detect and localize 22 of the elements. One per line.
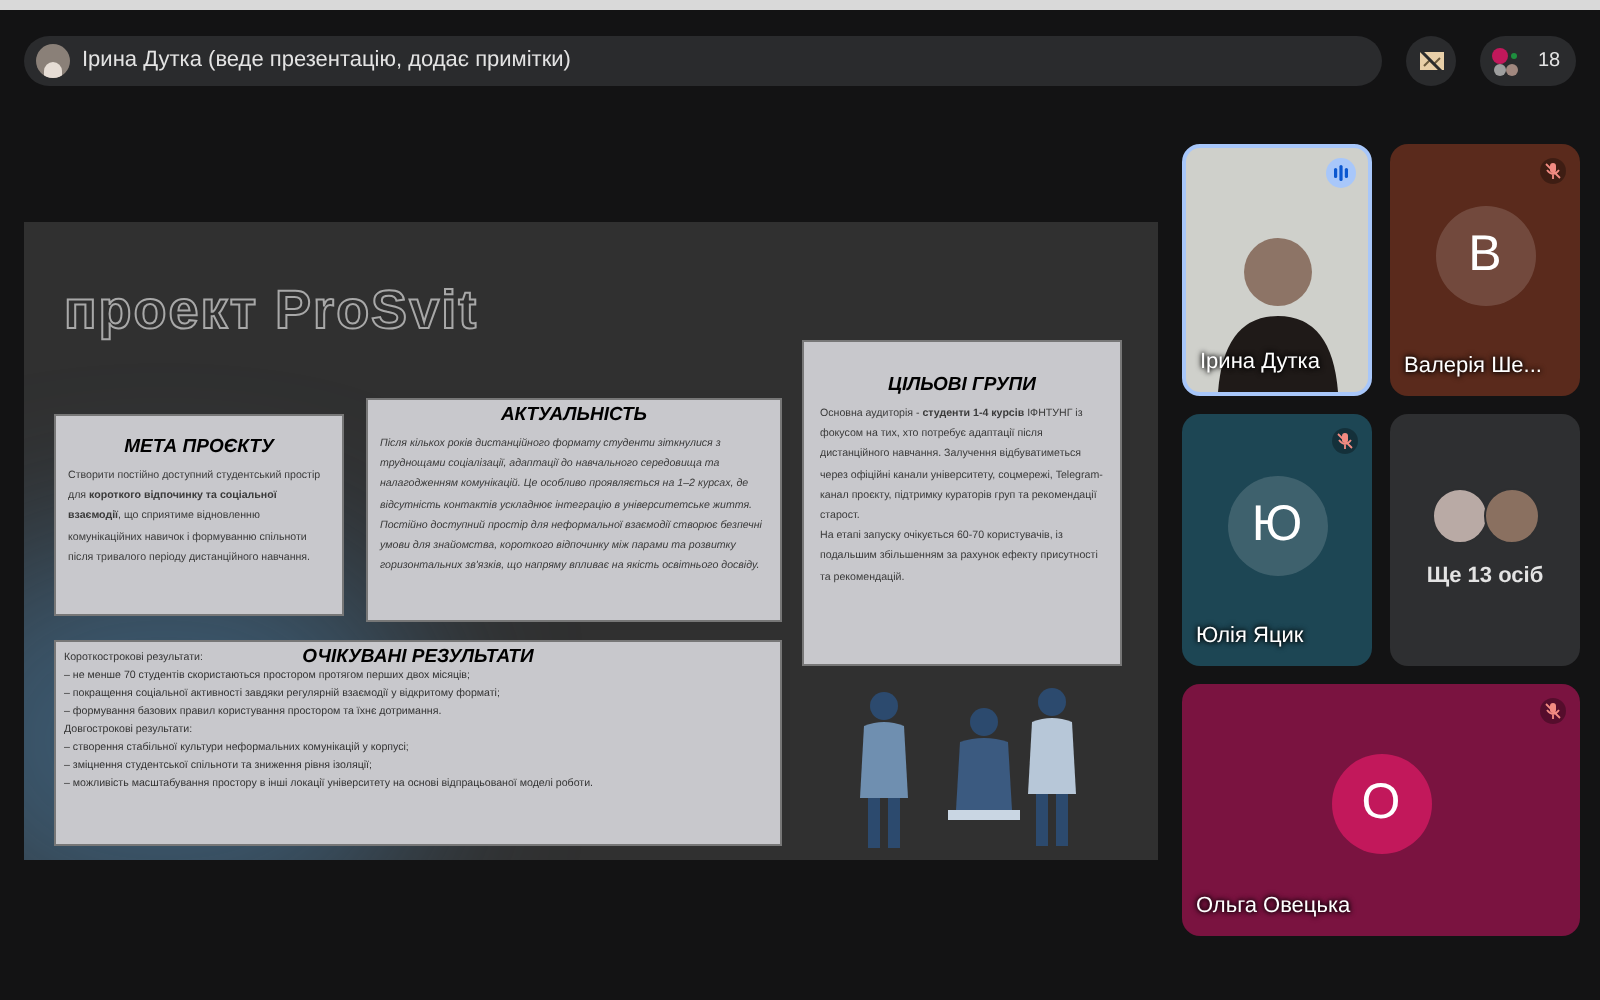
slide-title: проект ProSvit bbox=[64, 278, 479, 345]
initial-avatar: О bbox=[1331, 754, 1431, 854]
participant-avatar bbox=[1431, 487, 1487, 544]
participant-name: Юлія Яцик bbox=[1196, 621, 1304, 651]
participants-button[interactable]: 18 bbox=[1480, 36, 1576, 86]
presenter-label: Ірина Дутка (веде презентацію, додає примітки) bbox=[82, 46, 571, 77]
avatar-icon bbox=[36, 44, 70, 78]
participant-avatars-icon bbox=[1490, 45, 1522, 77]
card-heading: ОЧІКУВАНІ РЕЗУЛЬТАТИ bbox=[302, 646, 534, 670]
card-heading: МЕТА ПРОЄКТУ bbox=[124, 436, 274, 460]
presentation-off-icon bbox=[1417, 49, 1445, 73]
card-heading: АКТУАЛЬНІСТЬ bbox=[500, 404, 648, 428]
initial-avatar: В bbox=[1435, 206, 1535, 306]
participant-count: 18 bbox=[1538, 48, 1561, 76]
presenter-bar[interactable]: Ірина Дутка (веде презентацію, додає примітки) bbox=[24, 36, 1382, 86]
presentation-layout-button[interactable] bbox=[1406, 36, 1456, 86]
participant-name: Валерія Ше... bbox=[1404, 351, 1542, 381]
participant-name: Ольга Овецька bbox=[1196, 891, 1351, 921]
participant-avatar bbox=[1483, 487, 1539, 544]
card-heading: ЦІЛЬОВІ ГРУПИ bbox=[888, 374, 1036, 398]
initial-avatar: Ю bbox=[1227, 476, 1327, 576]
more-participants-label: Ще 13 осіб bbox=[1426, 561, 1544, 592]
